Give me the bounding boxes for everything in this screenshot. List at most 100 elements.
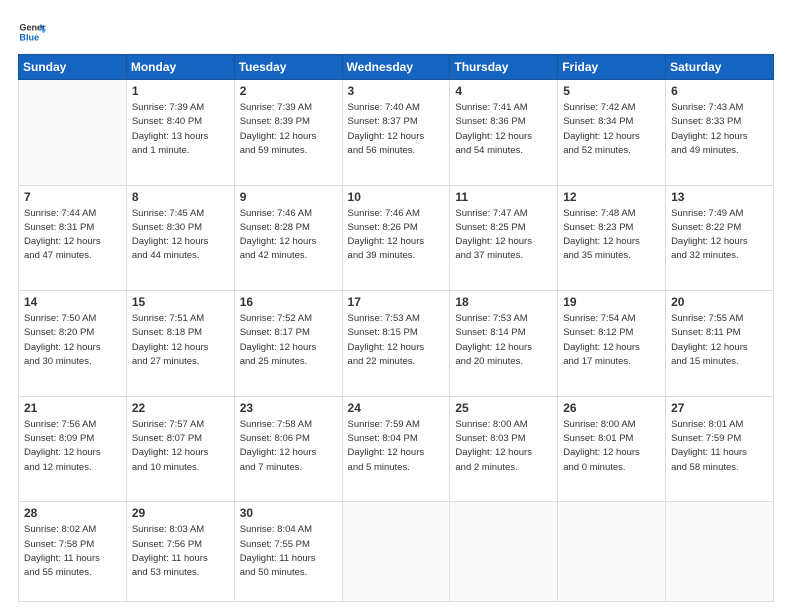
logo: General Blue [18,18,48,46]
day-info: Sunrise: 8:00 AMSunset: 8:01 PMDaylight:… [563,418,660,475]
weekday-header-thursday: Thursday [450,55,558,80]
calendar-cell [342,502,450,602]
day-number: 24 [348,401,445,415]
calendar-cell: 23Sunrise: 7:58 AMSunset: 8:06 PMDayligh… [234,396,342,502]
day-number: 15 [132,295,229,309]
day-number: 14 [24,295,121,309]
calendar-cell: 5 Sunrise: 7:42 AMSunset: 8:34 PMDaylight… [558,80,666,186]
svg-text:Blue: Blue [19,32,39,42]
day-info: Sunrise: 7:40 AMSunset: 8:37 PMDaylight:… [348,101,445,158]
weekday-header-monday: Monday [126,55,234,80]
calendar-cell [558,502,666,602]
calendar-cell: 17 Sunrise: 7:53 AMSunset: 8:15 PMDayligh… [342,291,450,397]
day-info: Sunrise: 8:01 AMSunset: 7:59 PMDaylight:… [671,418,768,475]
day-number: 17 [348,295,445,309]
day-info: Sunrise: 7:46 AMSunset: 8:26 PMDaylight:… [348,207,445,264]
day-number: 16 [240,295,337,309]
day-number: 26 [563,401,660,415]
calendar-cell: 12 Sunrise: 7:48 AMSunset: 8:23 PMDayligh… [558,185,666,291]
day-info: Sunrise: 7:47 AMSunset: 8:25 PMDaylight:… [455,207,552,264]
day-number: 18 [455,295,552,309]
calendar-cell: 29 Sunrise: 8:03 AMSunset: 7:56 PMDayligh… [126,502,234,602]
day-number: 4 [455,84,552,98]
calendar-cell [666,502,774,602]
weekday-header-tuesday: Tuesday [234,55,342,80]
day-number: 6 [671,84,768,98]
day-info: Sunrise: 7:54 AMSunset: 8:12 PMDaylight:… [563,312,660,369]
calendar: SundayMondayTuesdayWednesdayThursdayFrid… [18,54,774,602]
calendar-cell [19,80,127,186]
day-info: Sunrise: 7:41 AMSunset: 8:36 PMDaylight:… [455,101,552,158]
day-info: Sunrise: 7:52 AMSunset: 8:17 PMDaylight:… [240,312,337,369]
calendar-cell: 15 Sunrise: 7:51 AMSunset: 8:18 PMDayligh… [126,291,234,397]
calendar-cell: 20 Sunrise: 7:55 AMSunset: 8:11 PMDayligh… [666,291,774,397]
day-number: 12 [563,190,660,204]
day-info: Sunrise: 7:44 AMSunset: 8:31 PMDaylight:… [24,207,121,264]
calendar-cell: 21 Sunrise: 7:56 AMSunset: 8:09 PMDayligh… [19,396,127,502]
day-info: Sunrise: 7:49 AMSunset: 8:22 PMDaylight:… [671,207,768,264]
day-info: Sunrise: 7:53 AMSunset: 8:14 PMDaylight:… [455,312,552,369]
weekday-header-sunday: Sunday [19,55,127,80]
day-info: Sunrise: 8:03 AMSunset: 7:56 PMDaylight:… [132,523,229,580]
day-number: 8 [132,190,229,204]
day-number: 29 [132,506,229,520]
calendar-cell: 9 Sunrise: 7:46 AMSunset: 8:28 PMDaylight… [234,185,342,291]
day-number: 1 [132,84,229,98]
calendar-cell: 25 Sunrise: 8:00 AMSunset: 8:03 PMDayligh… [450,396,558,502]
day-info: Sunrise: 7:51 AMSunset: 8:18 PMDaylight:… [132,312,229,369]
calendar-cell: 13 Sunrise: 7:49 AMSunset: 8:22 PMDayligh… [666,185,774,291]
day-info: Sunrise: 8:02 AMSunset: 7:58 PMDaylight:… [24,523,121,580]
day-number: 13 [671,190,768,204]
calendar-cell: 1Sunrise: 7:39 AMSunset: 8:40 PMDaylight… [126,80,234,186]
weekday-header-saturday: Saturday [666,55,774,80]
day-number: 9 [240,190,337,204]
calendar-cell: 11 Sunrise: 7:47 AMSunset: 8:25 PMDayligh… [450,185,558,291]
day-info: Sunrise: 7:59 AMSunset: 8:04 PMDaylight:… [348,418,445,475]
calendar-cell: 27 Sunrise: 8:01 AMSunset: 7:59 PMDayligh… [666,396,774,502]
day-info: Sunrise: 7:42 AMSunset: 8:34 PMDaylight:… [563,101,660,158]
day-info: Sunrise: 7:58 AMSunset: 8:06 PMDaylight:… [240,418,337,475]
day-info: Sunrise: 8:04 AMSunset: 7:55 PMDaylight:… [240,523,337,580]
day-info: Sunrise: 7:50 AMSunset: 8:20 PMDaylight:… [24,312,121,369]
day-info: Sunrise: 8:00 AMSunset: 8:03 PMDaylight:… [455,418,552,475]
calendar-cell: 18 Sunrise: 7:53 AMSunset: 8:14 PMDayligh… [450,291,558,397]
calendar-cell: 3 Sunrise: 7:40 AMSunset: 8:37 PMDaylight… [342,80,450,186]
weekday-header-wednesday: Wednesday [342,55,450,80]
day-number: 5 [563,84,660,98]
day-number: 2 [240,84,337,98]
day-number: 7 [24,190,121,204]
day-info: Sunrise: 7:43 AMSunset: 8:33 PMDaylight:… [671,101,768,158]
calendar-cell: 30 Sunrise: 8:04 AMSunset: 7:55 PMDayligh… [234,502,342,602]
calendar-cell: 6 Sunrise: 7:43 AMSunset: 8:33 PMDaylight… [666,80,774,186]
day-number: 21 [24,401,121,415]
day-info: Sunrise: 7:57 AMSunset: 8:07 PMDaylight:… [132,418,229,475]
calendar-cell: 14 Sunrise: 7:50 AMSunset: 8:20 PMDayligh… [19,291,127,397]
day-info: Sunrise: 7:39 AMSunset: 8:39 PMDaylight:… [240,101,337,158]
calendar-cell: 4 Sunrise: 7:41 AMSunset: 8:36 PMDaylight… [450,80,558,186]
weekday-header-friday: Friday [558,55,666,80]
day-number: 20 [671,295,768,309]
day-number: 30 [240,506,337,520]
day-info: Sunrise: 7:55 AMSunset: 8:11 PMDaylight:… [671,312,768,369]
day-number: 25 [455,401,552,415]
calendar-cell [450,502,558,602]
calendar-cell: 28 Sunrise: 8:02 AMSunset: 7:58 PMDayligh… [19,502,127,602]
day-number: 3 [348,84,445,98]
day-number: 28 [24,506,121,520]
day-number: 11 [455,190,552,204]
day-info: Sunrise: 7:45 AMSunset: 8:30 PMDaylight:… [132,207,229,264]
calendar-cell: 24 Sunrise: 7:59 AMSunset: 8:04 PMDayligh… [342,396,450,502]
calendar-cell: 7 Sunrise: 7:44 AMSunset: 8:31 PMDaylight… [19,185,127,291]
calendar-cell: 16 Sunrise: 7:52 AMSunset: 8:17 PMDayligh… [234,291,342,397]
calendar-cell: 2 Sunrise: 7:39 AMSunset: 8:39 PMDaylight… [234,80,342,186]
day-info: Sunrise: 7:53 AMSunset: 8:15 PMDaylight:… [348,312,445,369]
day-number: 27 [671,401,768,415]
calendar-cell: 26 Sunrise: 8:00 AMSunset: 8:01 PMDayligh… [558,396,666,502]
header: General Blue [18,18,774,46]
day-number: 19 [563,295,660,309]
day-info: Sunrise: 7:56 AMSunset: 8:09 PMDaylight:… [24,418,121,475]
day-info: Sunrise: 7:48 AMSunset: 8:23 PMDaylight:… [563,207,660,264]
day-info: Sunrise: 7:46 AMSunset: 8:28 PMDaylight:… [240,207,337,264]
calendar-cell: 10Sunrise: 7:46 AMSunset: 8:26 PMDayligh… [342,185,450,291]
calendar-cell: 19 Sunrise: 7:54 AMSunset: 8:12 PMDayligh… [558,291,666,397]
